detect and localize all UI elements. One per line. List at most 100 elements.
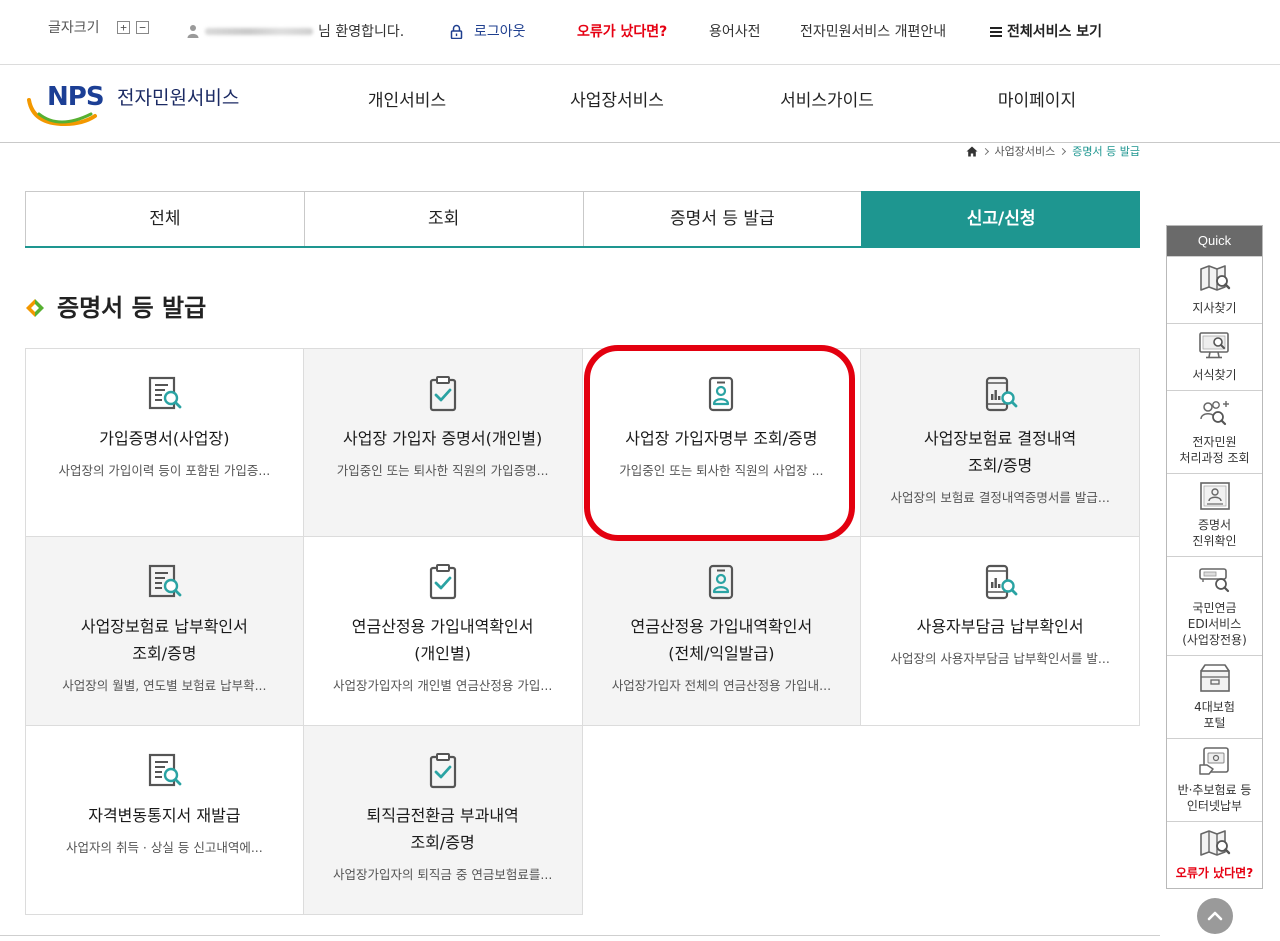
logo-mark: NPS: [47, 82, 104, 112]
id-card-person-icon: [701, 563, 741, 601]
certificate-card[interactable]: 가입증명서(사업장) 사업장의 가입이력 등이 포함된 가입증...: [25, 348, 304, 537]
user-name-redacted: [205, 28, 313, 35]
tab-report-apply[interactable]: 신고/신청: [861, 191, 1140, 246]
quick-error-report[interactable]: 오류가 났다면?: [1167, 821, 1262, 888]
glossary-link[interactable]: 용어사전: [709, 22, 761, 42]
tab-certificates[interactable]: 증명서 등 발급: [583, 191, 862, 246]
clipboard-check-icon: [423, 752, 463, 790]
card-title-line: 사업장보험료 결정내역: [861, 425, 1139, 452]
card-description: 가입중인 또는 퇴사한 직원의 사업장 ...: [583, 462, 861, 480]
quick-label-line: 국민연금: [1169, 600, 1260, 616]
quick-label-line: 지사찾기: [1169, 300, 1260, 316]
certificate-card[interactable]: 사업장보험료 납부확인서조회/증명사업장의 월별, 연도별 보험료 납부확...: [25, 537, 304, 726]
certificate-card[interactable]: 사업장보험료 결정내역조회/증명사업장의 보험료 결정내역증명서를 발급...: [861, 348, 1140, 537]
quick-certificate-verify[interactable]: 증명서진위확인: [1167, 473, 1262, 556]
tab-all[interactable]: 전체: [25, 191, 304, 246]
certificate-card[interactable]: 사용자부담금 납부확인서사업장의 사용자부담금 납부확인서를 발...: [861, 537, 1140, 726]
quick-edi-service[interactable]: 국민연금EDI서비스(사업장전용): [1167, 556, 1262, 655]
certificate-card[interactable]: 사업장 가입자 증명서(개인별) 가입중인 또는 퇴사한 직원의 가입증명...: [304, 348, 583, 537]
certificate-card[interactable]: 연금산정용 가입내역확인서(개인별)사업장가입자의 개인별 연금산정용 가입..…: [304, 537, 583, 726]
chevron-right-icon: [1059, 147, 1066, 154]
quick-item-label: 오류가 났다면?: [1169, 865, 1260, 881]
mobile-chart-search-icon: [980, 563, 1020, 601]
breadcrumb-item[interactable]: 사업장서비스: [995, 143, 1056, 159]
hamburger-menu-icon[interactable]: [990, 27, 1002, 37]
quick-label-line: EDI서비스: [1169, 616, 1260, 632]
card-title: 연금산정용 가입내역확인서(개인별): [304, 613, 582, 667]
certificate-card[interactable]: 연금산정용 가입내역확인서(전체/익일발급) 사업장가입자 전체의 연금산정용 가…: [583, 537, 862, 726]
font-increase-button[interactable]: +: [117, 21, 130, 34]
card-title-line: 사용자부담금 납부확인서: [861, 613, 1139, 640]
quick-online-payment[interactable]: 반·추보험료 등인터넷납부: [1167, 738, 1262, 821]
certificate-grid: 가입증명서(사업장)사업장의 가입이력 등이 포함된 가입증...사업장 가입자…: [25, 348, 1140, 915]
home-icon[interactable]: [966, 146, 978, 157]
quick-label-line: 전자민원: [1169, 434, 1260, 450]
card-description: 사업자의 취득 · 상실 등 신고내역에...: [26, 839, 303, 857]
quick-label-line: 4대보험: [1169, 699, 1260, 715]
renewal-notice-link[interactable]: 전자민원서비스 개편안내: [800, 22, 946, 42]
card-title-line: 사업장 가입자명부 조회/증명: [583, 425, 861, 452]
card-description: 가입중인 또는 퇴사한 직원의 가입증명...: [304, 462, 582, 480]
quick-form-finder[interactable]: 서식찾기: [1167, 323, 1262, 390]
font-decrease-button[interactable]: −: [136, 21, 149, 34]
card-title: 사업장보험료 결정내역조회/증명: [861, 425, 1139, 479]
lock-icon[interactable]: [450, 24, 463, 39]
card-title: 자격변동통지서 재발급: [26, 802, 303, 829]
nav-service-guide[interactable]: 서비스가이드: [722, 89, 932, 113]
card-description: 사업장가입자의 퇴직금 중 연금보험료를...: [304, 866, 582, 884]
quick-label-line: 인터넷납부: [1169, 798, 1260, 814]
certificate-card[interactable]: 퇴직금전환금 부과내역조회/증명사업장가입자의 퇴직금 중 연금보험료를...: [304, 726, 583, 915]
all-services-link[interactable]: 전체서비스 보기: [1007, 22, 1102, 42]
quick-item-label: 국민연금EDI서비스(사업장전용): [1169, 600, 1260, 648]
card-description: 사업장의 월별, 연도별 보험료 납부확...: [26, 677, 303, 695]
quick-label-line: 포털: [1169, 715, 1260, 731]
nav-personal-services[interactable]: 개인서비스: [302, 89, 512, 113]
footer-divider: [0, 935, 1160, 936]
quick-label-line: (사업장전용): [1169, 632, 1260, 648]
scroll-to-top-button[interactable]: [1197, 898, 1233, 934]
nav-my-page[interactable]: 마이페이지: [932, 89, 1142, 113]
card-title: 연금산정용 가입내역확인서(전체/익일발급): [583, 613, 861, 667]
arrow-up-icon: [1206, 907, 1224, 925]
monitor-search-icon: [1197, 331, 1233, 361]
mobile-chart-search-icon: [980, 375, 1020, 413]
card-title: 사업장보험료 납부확인서조회/증명: [26, 613, 303, 667]
quick-menu: Quick 지사찾기서식찾기전자민원처리과정 조회증명서진위확인국민연금EDI서…: [1166, 225, 1263, 889]
category-tabs: 전체 조회 증명서 등 발급 신고/신청: [25, 191, 1140, 248]
nps-logo[interactable]: NPS 전자민원서비스: [25, 82, 251, 128]
edi-service-icon: [1197, 564, 1233, 594]
quick-branch-finder[interactable]: 지사찾기: [1167, 256, 1262, 323]
quick-menu-list: 지사찾기서식찾기전자민원처리과정 조회증명서진위확인국민연금EDI서비스(사업장…: [1167, 256, 1262, 888]
card-title-line: 사업장보험료 납부확인서: [26, 613, 303, 640]
quick-process-status[interactable]: 전자민원처리과정 조회: [1167, 390, 1262, 473]
quick-item-label: 서식찾기: [1169, 367, 1260, 383]
card-title-line: 자격변동통지서 재발급: [26, 802, 303, 829]
breadcrumb: 사업장서비스 증명서 등 발급: [966, 143, 1140, 159]
card-title-line: 사업장 가입자 증명서(개인별): [304, 425, 582, 452]
quick-label-line: 오류가 났다면?: [1169, 865, 1260, 881]
card-description: 사업장의 사용자부담금 납부확인서를 발...: [861, 650, 1139, 668]
error-report-link[interactable]: 오류가 났다면?: [577, 22, 667, 42]
card-title: 퇴직금전환금 부과내역조회/증명: [304, 802, 582, 856]
card-title: 사업장 가입자 증명서(개인별): [304, 425, 582, 452]
quick-item-label: 전자민원처리과정 조회: [1169, 434, 1260, 466]
quick-label-line: 진위확인: [1169, 533, 1260, 549]
tab-inquiry[interactable]: 조회: [304, 191, 583, 246]
nav-workplace-services[interactable]: 사업장서비스: [512, 89, 722, 113]
logout-link[interactable]: 로그아웃: [474, 22, 526, 42]
card-description: 사업장의 가입이력 등이 포함된 가입증...: [26, 462, 303, 480]
certificate-card[interactable]: 사업장 가입자명부 조회/증명가입중인 또는 퇴사한 직원의 사업장 ...: [583, 348, 862, 537]
quick-insurance-portal[interactable]: 4대보험포털: [1167, 655, 1262, 738]
card-title-line: 조회/증명: [304, 829, 582, 856]
font-size-label: 글자크기: [48, 18, 100, 38]
utility-bar: 글자크기 + − 님 환영합니다. 로그아웃 오류가 났다면? 용어사전 전자민…: [0, 0, 1280, 65]
card-title-line: 가입증명서(사업장): [26, 425, 303, 452]
card-title-line: (개인별): [304, 640, 582, 667]
quick-menu-title: Quick: [1167, 226, 1262, 256]
card-description: 사업장의 보험료 결정내역증명서를 발급...: [861, 489, 1139, 507]
certificate-card[interactable]: 자격변동통지서 재발급사업자의 취득 · 상실 등 신고내역에...: [25, 726, 304, 915]
clipboard-check-icon: [423, 563, 463, 601]
clipboard-check-icon: [423, 375, 463, 413]
card-description: 사업장가입자 전체의 연금산정용 가입내...: [583, 677, 861, 695]
diamond-bullet-icon: [25, 298, 45, 318]
